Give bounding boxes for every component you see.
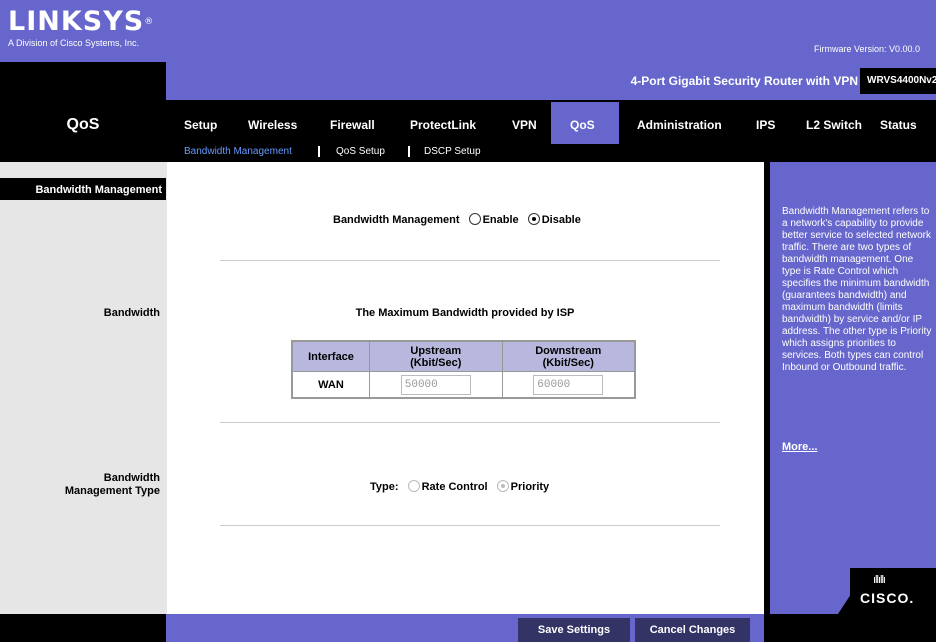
bandwidth-management-label: Bandwidth Management — [333, 214, 460, 226]
page-title: QoS — [66, 116, 100, 133]
cancel-changes-button[interactable]: Cancel Changes — [635, 618, 750, 642]
tab-administration[interactable]: Administration — [637, 118, 722, 132]
footer-right — [764, 614, 936, 642]
cisco-bars-icon: ıllıllı — [873, 574, 886, 586]
upstream-input[interactable]: 50000 — [400, 374, 471, 395]
bandwidth-type-label-line1: Bandwidth — [103, 472, 160, 484]
table-header-interface: Interface — [292, 341, 370, 372]
tab-protectlink[interactable]: ProtectLink — [410, 118, 476, 132]
divider — [220, 260, 720, 261]
priority-label[interactable]: Priority — [511, 481, 550, 493]
logo-subtitle: A Division of Cisco Systems, Inc. — [8, 38, 140, 48]
tab-firewall[interactable]: Firewall — [330, 118, 375, 132]
divider — [220, 525, 720, 526]
main-border — [166, 162, 167, 614]
bandwidth-table: Interface Upstream (Kbit/Sec) Downstream(… — [291, 340, 636, 399]
downstream-input[interactable]: 60000 — [533, 374, 604, 395]
tab-wireless[interactable]: Wireless — [248, 118, 297, 132]
disable-radio[interactable] — [527, 213, 540, 225]
enable-radio[interactable] — [468, 213, 481, 225]
priority-radio[interactable] — [496, 480, 509, 492]
tab-l2-switch[interactable]: L2 Switch — [806, 118, 862, 132]
tab-qos[interactable]: QoS — [570, 118, 595, 132]
subtab-separator — [408, 146, 410, 157]
bandwidth-management-row: Bandwidth Management Enable Disable — [333, 213, 581, 226]
rate-control-label[interactable]: Rate Control — [422, 481, 488, 493]
divider — [220, 422, 720, 423]
footer-left — [0, 614, 166, 642]
help-panel-edge — [764, 162, 770, 614]
subtab-separator — [318, 146, 320, 157]
left-section-heading: Bandwidth Management — [35, 184, 162, 196]
left-label-column — [0, 162, 166, 614]
table-row: WAN 50000 60000 — [292, 371, 635, 398]
save-settings-button[interactable]: Save Settings — [518, 618, 630, 642]
subtab-qos-setup[interactable]: QoS Setup — [336, 146, 385, 157]
type-label: Type: — [370, 481, 399, 493]
bandwidth-label: Bandwidth — [103, 307, 160, 319]
upstream-cell: 50000 — [369, 371, 503, 398]
bandwidth-type-row: Type: Rate Control Priority — [370, 480, 549, 493]
table-header-upstream: Upstream (Kbit/Sec) — [369, 341, 503, 372]
help-text: Bandwidth Management refers to a network… — [782, 206, 932, 373]
enable-label[interactable]: Enable — [483, 214, 519, 226]
product-name: 4-Port Gigabit Security Router with VPN — [630, 74, 858, 88]
interface-cell: WAN — [292, 371, 370, 398]
downstream-cell: 60000 — [501, 371, 635, 398]
table-header-downstream: Downstream (Kbit/Sec) — [501, 341, 635, 372]
isp-bandwidth-title: The Maximum Bandwidth provided by ISP — [355, 307, 575, 319]
help-more-link[interactable]: More... — [782, 441, 817, 453]
subtab-dscp-setup[interactable]: DSCP Setup — [424, 146, 481, 157]
rate-control-radio[interactable] — [407, 480, 420, 492]
firmware-version: Firmware Version: V0.00.0 — [814, 44, 921, 54]
tab-ips[interactable]: IPS — [756, 118, 775, 132]
model-number: WRVS4400Nv2 — [860, 68, 936, 94]
disable-label[interactable]: Disable — [542, 214, 581, 226]
bandwidth-type-label-line2: Management Type — [64, 485, 160, 497]
tab-vpn[interactable]: VPN — [512, 118, 537, 132]
cisco-logo: CISCO. — [860, 590, 915, 606]
tab-status[interactable]: Status — [880, 118, 917, 132]
subtab-bandwidth-management[interactable]: Bandwidth Management — [184, 146, 292, 157]
tab-setup[interactable]: Setup — [184, 118, 217, 132]
linksys-logo: LINKSYS® — [8, 6, 155, 37]
